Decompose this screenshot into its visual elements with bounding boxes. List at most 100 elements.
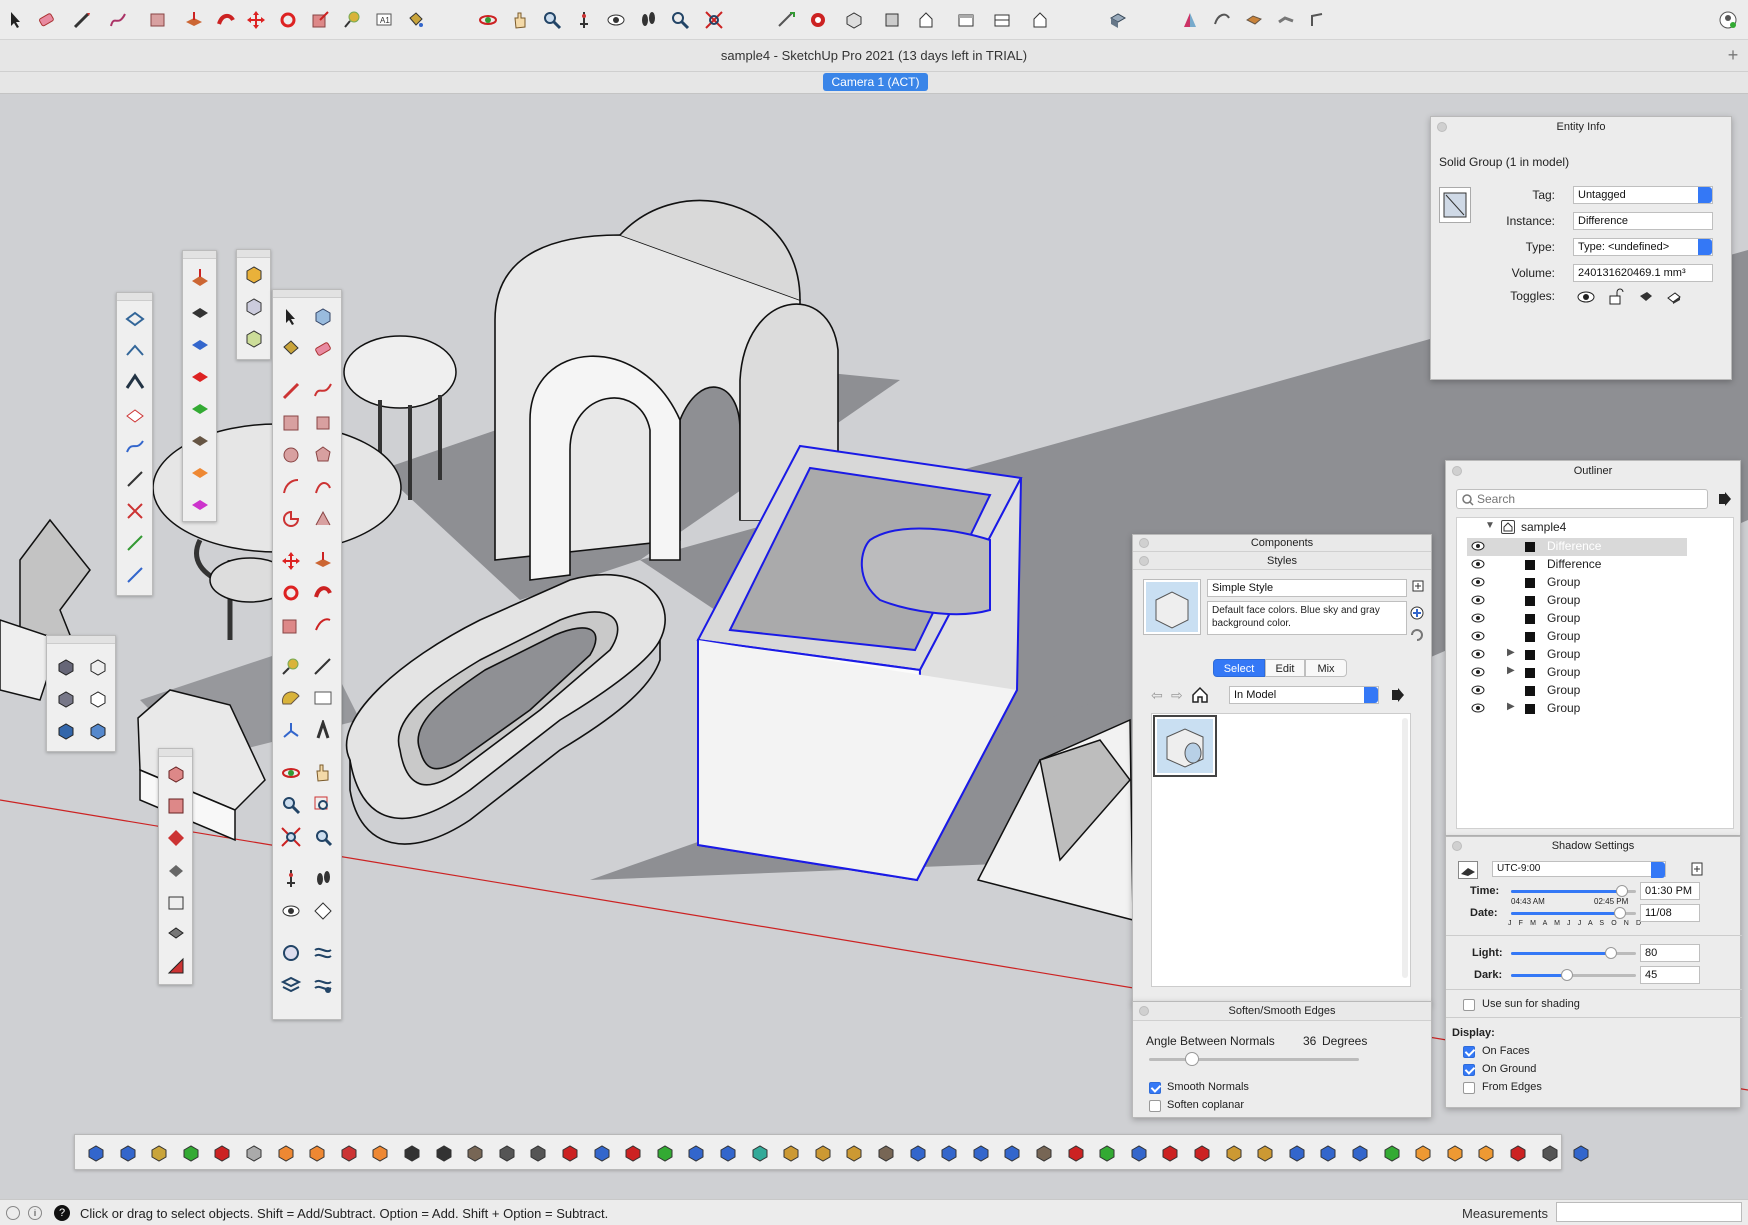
from-edges-checkbox[interactable]	[1463, 1082, 1475, 1094]
extension-tool-icon[interactable]	[399, 1140, 425, 1166]
extension-tool-icon[interactable]	[936, 1140, 962, 1166]
type-select[interactable]: Type: <undefined>	[1573, 238, 1713, 256]
axis-z-icon[interactable]	[122, 562, 148, 588]
extension-tool-icon[interactable]	[115, 1140, 141, 1166]
dark-slider[interactable]	[1511, 969, 1636, 981]
zoom-window-tool-icon[interactable]	[310, 792, 336, 818]
extension-tool-icon[interactable]	[1315, 1140, 1341, 1166]
paint-tool-icon[interactable]	[278, 336, 304, 362]
tape-measure-tool-icon[interactable]	[278, 654, 304, 680]
circle-tool-icon[interactable]	[278, 442, 304, 468]
extension-tool-icon[interactable]	[241, 1140, 267, 1166]
trim-icon[interactable]	[187, 393, 213, 419]
visibility-eye-icon[interactable]	[1471, 559, 1485, 569]
extension-tool-icon[interactable]	[1568, 1140, 1594, 1166]
extension-tool-icon[interactable]	[1410, 1140, 1436, 1166]
protractor-tool-icon[interactable]	[278, 686, 304, 712]
visibility-eye-icon[interactable]	[1471, 667, 1485, 677]
create-style-icon[interactable]	[1409, 605, 1425, 621]
rotate-tool-icon[interactable]	[278, 580, 304, 606]
style-name-field[interactable]: Simple Style	[1207, 579, 1407, 597]
look-around-icon[interactable]	[604, 8, 628, 32]
top-view-icon[interactable]	[880, 8, 904, 32]
freehand-icon[interactable]	[106, 8, 130, 32]
select-tool-icon[interactable]	[278, 304, 304, 330]
soften-close-button[interactable]	[1139, 1006, 1149, 1016]
flip-edge-icon[interactable]	[1306, 8, 1330, 32]
receive-shadows-icon[interactable]	[1637, 288, 1655, 306]
text-tool-icon[interactable]	[310, 686, 336, 712]
paint-bucket-icon[interactable]	[404, 8, 428, 32]
light-slider[interactable]	[1511, 947, 1636, 959]
home-icon[interactable]	[1191, 686, 1209, 704]
intersect-icon[interactable]	[187, 297, 213, 323]
extension-tool-icon[interactable]	[1094, 1140, 1120, 1166]
flip-icon[interactable]	[163, 857, 189, 883]
push-pull-tool-icon[interactable]	[310, 548, 336, 574]
line-tool-icon[interactable]	[278, 378, 304, 404]
visibility-eye-icon[interactable]	[1471, 541, 1485, 551]
extension-tool-icon[interactable]	[683, 1140, 709, 1166]
eraser-tool-icon[interactable]	[310, 336, 336, 362]
extension-tool-icon[interactable]	[652, 1140, 678, 1166]
drape-tool-icon[interactable]	[122, 434, 148, 460]
light-field[interactable]: 80	[1640, 944, 1700, 962]
texture-position-icon[interactable]	[163, 793, 189, 819]
three-point-arc-icon[interactable]	[310, 506, 336, 532]
orbit-icon[interactable]	[476, 8, 500, 32]
visibility-eye-icon[interactable]	[1471, 631, 1485, 641]
scale-icon[interactable]	[308, 8, 332, 32]
components-close-button[interactable]	[1139, 538, 1149, 548]
follow-me-icon[interactable]	[214, 8, 238, 32]
hidden-line-icon[interactable]	[85, 686, 111, 712]
outliner-row[interactable]: Difference	[1467, 538, 1687, 556]
sandbox-icon[interactable]	[1178, 8, 1202, 32]
shaded-icon[interactable]	[53, 718, 79, 744]
new-tab-button[interactable]: +	[1722, 44, 1744, 66]
extension-tool-icon[interactable]	[1031, 1140, 1057, 1166]
extension-tool-icon[interactable]	[1126, 1140, 1152, 1166]
shadow-close-button[interactable]	[1452, 841, 1462, 851]
angle-slider-thumb[interactable]	[1185, 1052, 1199, 1066]
soften-coplanar-checkbox[interactable]	[1149, 1100, 1161, 1112]
extension-tool-icon[interactable]	[1221, 1140, 1247, 1166]
expand-toggle[interactable]: ▶	[1507, 665, 1515, 676]
time-slider-thumb[interactable]	[1616, 885, 1629, 897]
extension-tool-icon[interactable]	[557, 1140, 583, 1166]
help-icon[interactable]: ?	[54, 1205, 70, 1221]
style-list-scrollbar[interactable]	[1402, 718, 1408, 978]
previous-view-icon[interactable]	[310, 824, 336, 850]
axes-tool-icon[interactable]	[278, 718, 304, 744]
extension-tool-icon[interactable]	[1252, 1140, 1278, 1166]
move-tool-icon[interactable]	[278, 548, 304, 574]
extension-tool-icon[interactable]	[431, 1140, 457, 1166]
visibility-eye-icon[interactable]	[1471, 703, 1485, 713]
warehouse-icon[interactable]	[806, 8, 830, 32]
make-component-icon[interactable]	[310, 304, 336, 330]
position-camera-icon[interactable]	[572, 8, 596, 32]
extension-tool-icon[interactable]	[810, 1140, 836, 1166]
pan-icon[interactable]	[508, 8, 532, 32]
import-terrain-icon[interactable]	[278, 940, 304, 966]
date-slider-thumb[interactable]	[1613, 907, 1626, 919]
shell-icon[interactable]	[163, 889, 189, 915]
zoom-icon[interactable]	[540, 8, 564, 32]
outliner-close-button[interactable]	[1452, 466, 1462, 476]
date-slider[interactable]	[1511, 907, 1636, 919]
from-contours-icon[interactable]	[122, 306, 148, 332]
extension-tool-icon[interactable]	[1379, 1140, 1405, 1166]
outliner-row[interactable]: ▶ Group	[1467, 700, 1687, 718]
front-view-icon[interactable]	[914, 8, 938, 32]
toggle-terrain-icon[interactable]	[310, 940, 336, 966]
forward-arrow-icon[interactable]: ⇨	[1171, 688, 1185, 702]
time-slider[interactable]	[1511, 885, 1636, 897]
extension-tool-icon[interactable]	[146, 1140, 172, 1166]
tab-edit[interactable]: Edit	[1265, 659, 1305, 677]
select-icon[interactable]	[4, 8, 28, 32]
smoove-icon[interactable]	[1210, 8, 1234, 32]
dark-field[interactable]: 45	[1640, 966, 1700, 984]
position-camera-tool-icon[interactable]	[278, 866, 304, 892]
walk-icon[interactable]	[636, 8, 660, 32]
extension-tool-icon[interactable]	[1505, 1140, 1531, 1166]
tag-icon[interactable]	[163, 921, 189, 947]
